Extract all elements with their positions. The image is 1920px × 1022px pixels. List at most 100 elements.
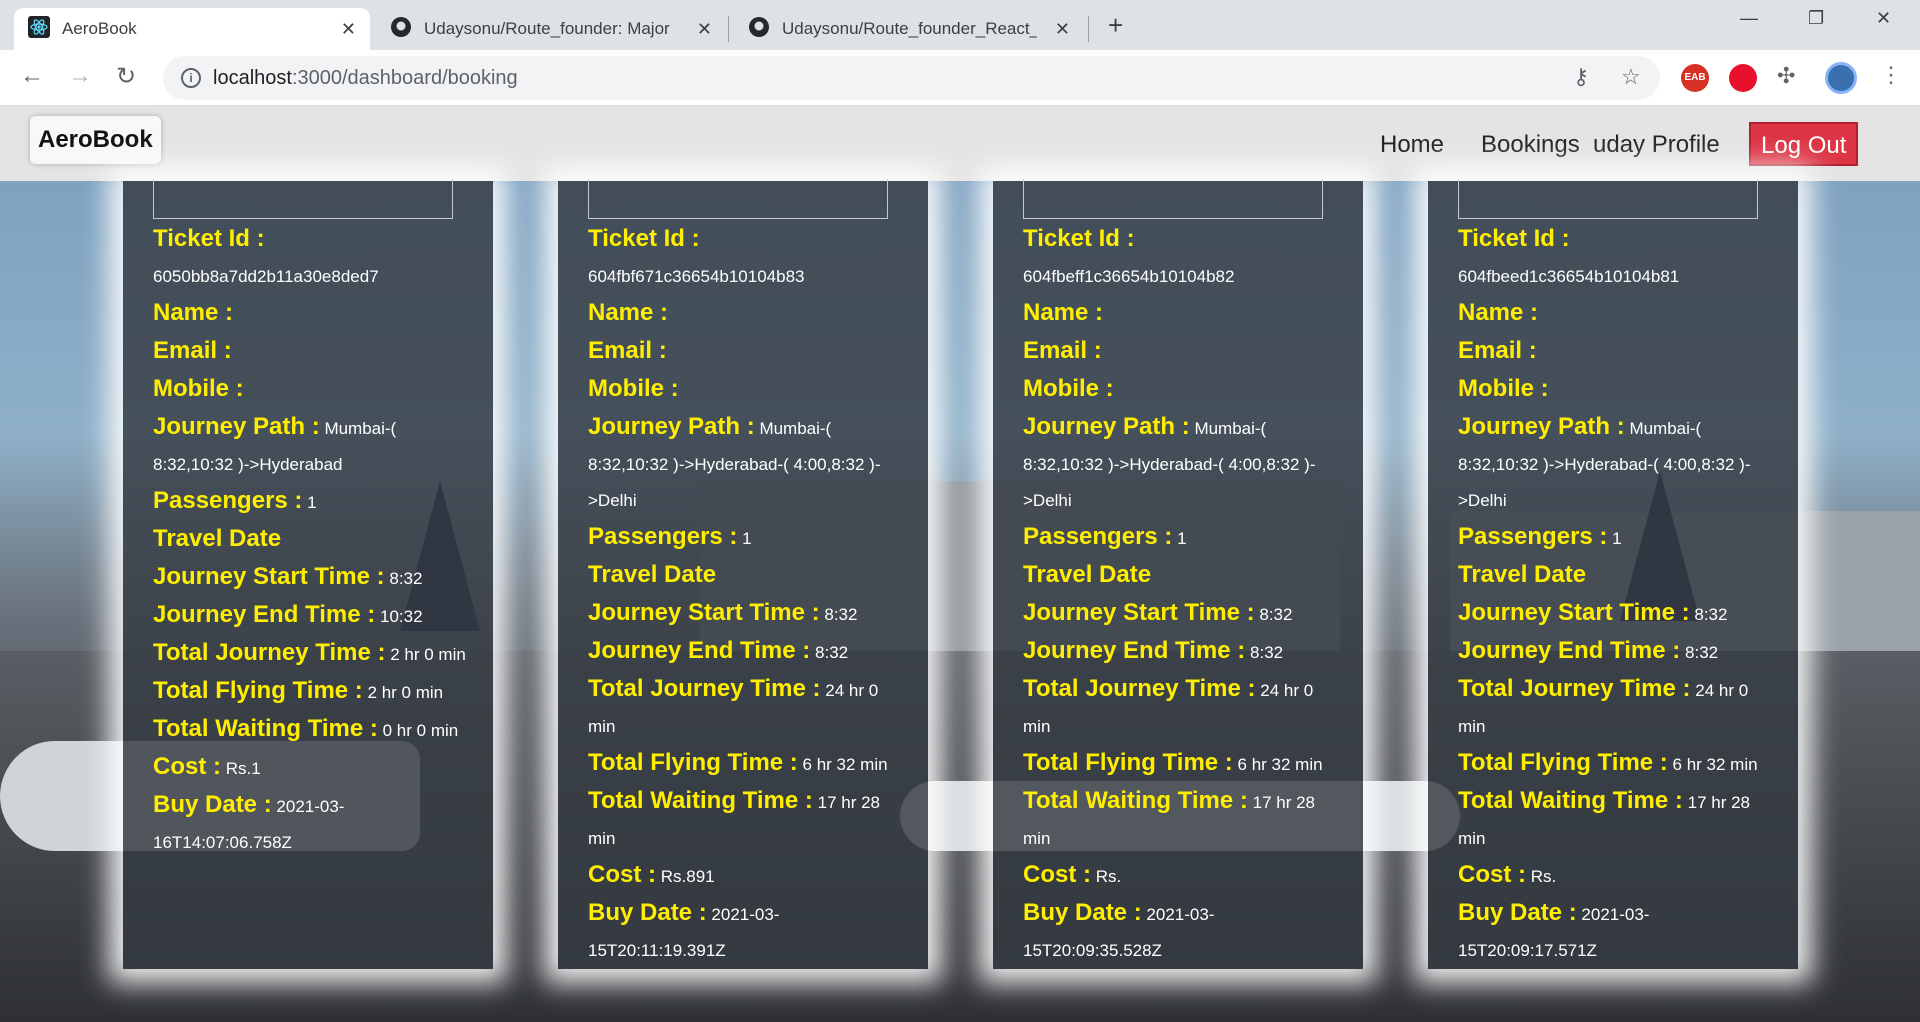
address-bar[interactable]: i localhost:3000/dashboard/booking ⚷ ☆	[163, 56, 1660, 100]
start-time-value: 8:32	[389, 569, 423, 588]
star-icon[interactable]: ☆	[1621, 64, 1641, 90]
ticket-id-label: Ticket Id :	[153, 225, 265, 252]
minimize-icon[interactable]: —	[1740, 8, 1758, 29]
key-icon[interactable]: ⚷	[1573, 64, 1589, 90]
avatar[interactable]	[1825, 62, 1857, 94]
mobile-label: Mobile :	[1023, 375, 1114, 402]
name-label: Name :	[153, 299, 234, 326]
browser-tabstrip: AeroBook ✕ Udaysonu/Route_founder: Major…	[0, 0, 1920, 50]
ticket-id-label: Ticket Id :	[588, 225, 700, 252]
tab-title: AeroBook	[62, 19, 137, 38]
travel-date-label: Travel Date	[588, 561, 717, 588]
tab-separator	[1088, 16, 1089, 42]
total-waiting-label: Total Waiting Time :	[1458, 787, 1683, 814]
passengers-label: Passengers :	[1458, 523, 1608, 550]
ticket-id-value: 604fbf671c36654b10104b83	[588, 267, 805, 286]
end-time-label: Journey End Time :	[1458, 637, 1681, 664]
tab-separator	[728, 16, 729, 42]
cost-value: Rs.	[1530, 867, 1557, 886]
total-flying-label: Total Flying Time :	[153, 677, 363, 704]
nav-profile[interactable]: uday Profile	[1593, 131, 1720, 159]
passengers-label: Passengers :	[1023, 523, 1173, 550]
brand-logo[interactable]: AeroBook	[30, 116, 161, 164]
journey-path-label: Journey Path :	[1458, 413, 1625, 440]
mobile-label: Mobile :	[1458, 375, 1549, 402]
total-flying-label: Total Flying Time :	[588, 749, 798, 776]
restore-icon[interactable]: ❐	[1808, 8, 1824, 29]
puzzle-extensions-icon[interactable]: ✣	[1777, 63, 1795, 89]
ticket-id-label: Ticket Id :	[1023, 225, 1135, 252]
end-time-label: Journey End Time :	[153, 601, 376, 628]
total-flying-value: 6 hr 32 min	[1672, 755, 1758, 774]
end-time-value: 8:32	[815, 643, 849, 662]
end-time-value: 8:32	[1685, 643, 1719, 662]
ticket-id-value: 604fbeff1c36654b10104b82	[1023, 267, 1235, 286]
buy-date-label: Buy Date :	[153, 791, 272, 818]
total-flying-label: Total Flying Time :	[1458, 749, 1668, 776]
card-header-box	[153, 179, 453, 219]
ticket-id-value: 6050bb8a7dd2b11a30e8ded7	[153, 267, 379, 286]
nav-home[interactable]: Home	[1380, 131, 1444, 159]
passengers-value: 1	[307, 493, 317, 512]
name-label: Name :	[588, 299, 669, 326]
passengers-value: 1	[1612, 529, 1622, 548]
total-flying-value: 6 hr 32 min	[1237, 755, 1323, 774]
end-time-value: 10:32	[380, 607, 423, 626]
window-close-icon[interactable]: ✕	[1876, 8, 1891, 29]
mobile-label: Mobile :	[588, 375, 679, 402]
close-icon[interactable]: ✕	[697, 19, 712, 40]
mobile-label: Mobile :	[153, 375, 244, 402]
journey-path-label: Journey Path :	[153, 413, 320, 440]
total-waiting-label: Total Waiting Time :	[1023, 787, 1248, 814]
tab-title: Udaysonu/Route_founder: Major	[424, 19, 670, 38]
url-text[interactable]: localhost:3000/dashboard/booking	[213, 67, 518, 90]
total-journey-label: Total Journey Time :	[153, 639, 386, 666]
start-time-label: Journey Start Time :	[1023, 599, 1255, 626]
buy-date-label: Buy Date :	[1458, 899, 1577, 926]
email-label: Email :	[588, 337, 667, 364]
browser-toolbar: ← → ↻ i localhost:3000/dashboard/booking…	[0, 50, 1920, 106]
card-header-box	[588, 179, 888, 219]
back-icon[interactable]: ←	[20, 62, 44, 90]
email-label: Email :	[1458, 337, 1537, 364]
cost-label: Cost :	[153, 753, 221, 780]
travel-date-label: Travel Date	[1023, 561, 1152, 588]
travel-date-label: Travel Date	[153, 525, 282, 552]
start-time-value: 8:32	[1694, 605, 1728, 624]
cost-label: Cost :	[1458, 861, 1526, 888]
tab-route-founder[interactable]: Udaysonu/Route_founder: Major ✕	[376, 8, 726, 50]
total-journey-value: 2 hr 0 min	[390, 645, 466, 664]
menu-dots-icon[interactable]: ⋮	[1880, 62, 1902, 88]
close-icon[interactable]: ✕	[1055, 19, 1070, 40]
nav-bookings[interactable]: Bookings	[1481, 131, 1580, 159]
tab-title: Udaysonu/Route_founder_React_	[782, 19, 1037, 38]
total-journey-label: Total Journey Time :	[1458, 675, 1691, 702]
passengers-value: 1	[742, 529, 752, 548]
passengers-value: 1	[1177, 529, 1187, 548]
start-time-value: 8:32	[1259, 605, 1293, 624]
travel-date-label: Travel Date	[1458, 561, 1587, 588]
email-label: Email :	[1023, 337, 1102, 364]
total-waiting-label: Total Waiting Time :	[588, 787, 813, 814]
passengers-label: Passengers :	[588, 523, 738, 550]
name-label: Name :	[1023, 299, 1104, 326]
end-time-value: 8:32	[1250, 643, 1284, 662]
forward-icon[interactable]: →	[68, 62, 92, 90]
adblock-extension-icon[interactable]	[1729, 64, 1757, 92]
email-label: Email :	[153, 337, 232, 364]
reload-icon[interactable]: ↻	[116, 62, 136, 91]
booking-card: Ticket Id : 604fbeff1c36654b10104b82 Nam…	[993, 179, 1363, 969]
close-icon[interactable]: ✕	[341, 19, 356, 40]
cost-label: Cost :	[1023, 861, 1091, 888]
tab-route-founder-react[interactable]: Udaysonu/Route_founder_React_ ✕	[734, 8, 1084, 50]
tab-aerobook[interactable]: AeroBook ✕	[14, 8, 370, 50]
card-header-box	[1458, 179, 1758, 219]
logout-button[interactable]: Log Out	[1749, 122, 1859, 166]
passengers-label: Passengers :	[153, 487, 303, 514]
info-icon[interactable]: i	[181, 68, 201, 88]
buy-date-label: Buy Date :	[1023, 899, 1142, 926]
eab-extension-icon[interactable]: EAB	[1681, 64, 1709, 92]
buy-date-label: Buy Date :	[588, 899, 707, 926]
total-flying-label: Total Flying Time :	[1023, 749, 1233, 776]
new-tab-icon[interactable]: +	[1108, 10, 1123, 41]
